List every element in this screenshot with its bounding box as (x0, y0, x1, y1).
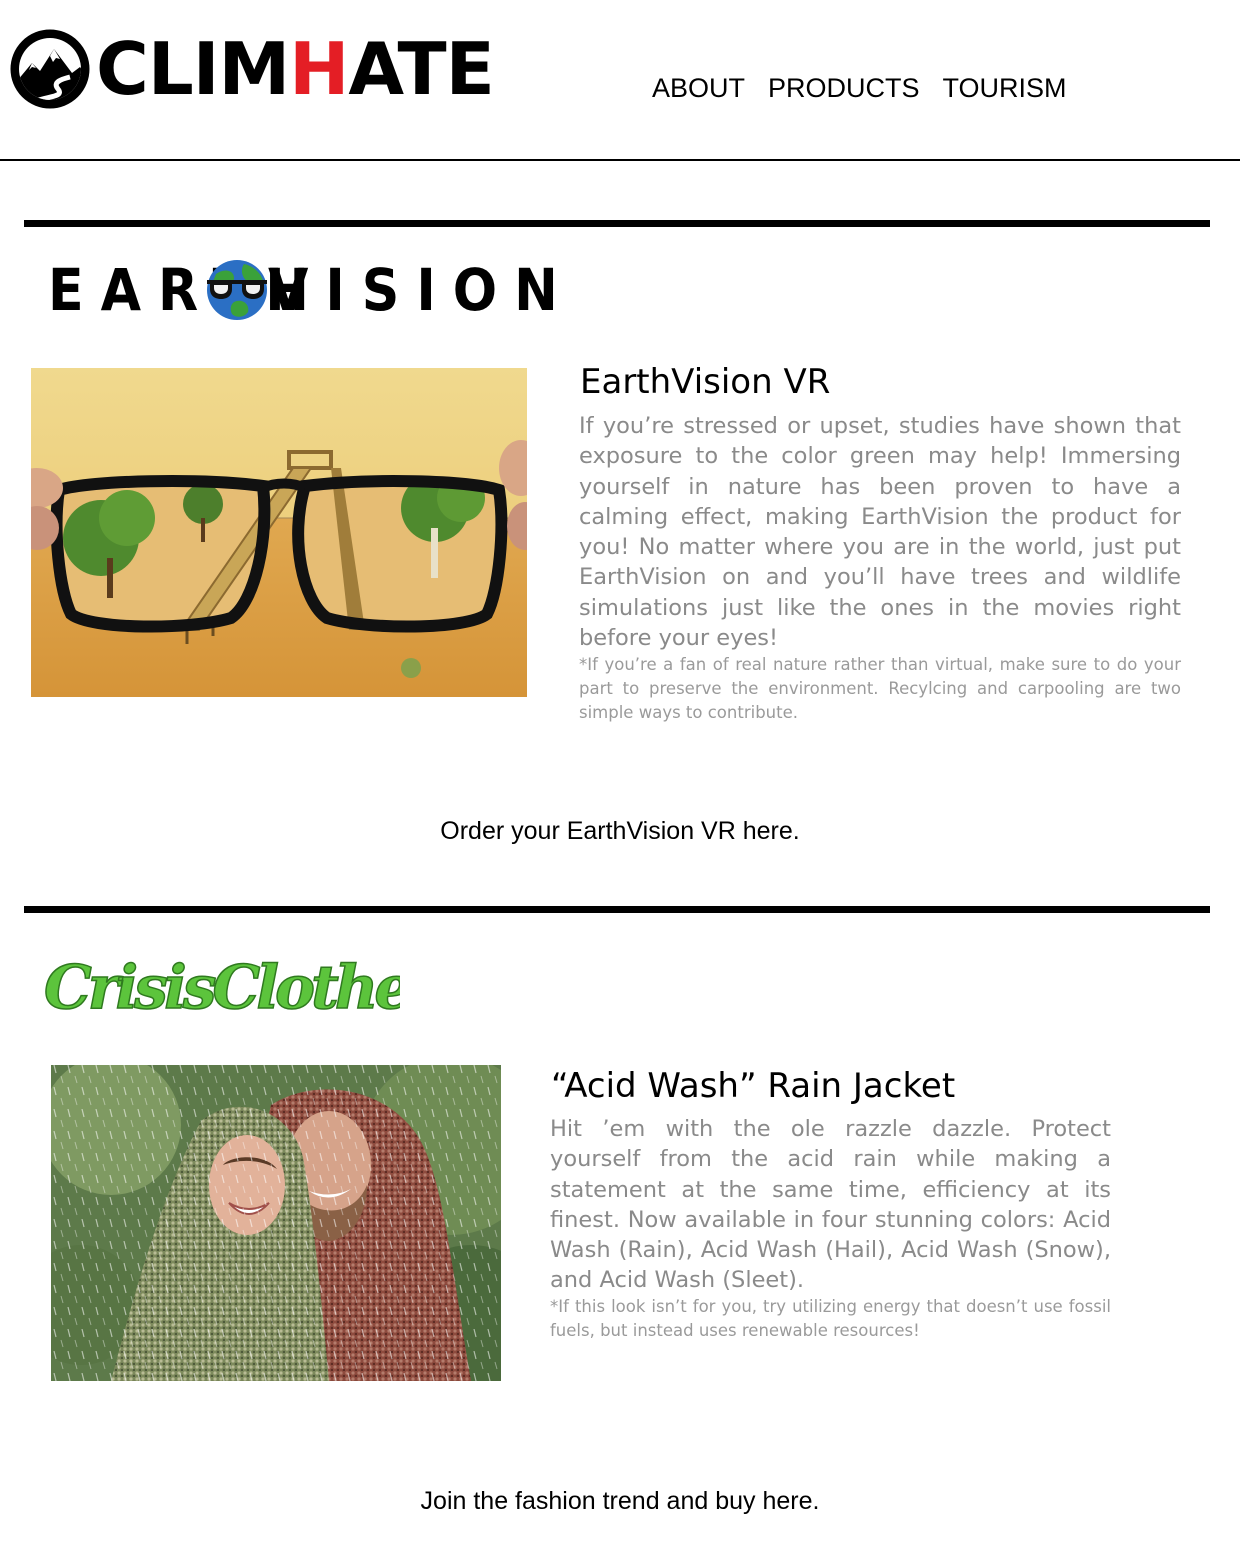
crisisclothes-description: Hit ’em with the ole razzle dazzle. Prot… (550, 1116, 1111, 1294)
earthvision-order-link[interactable]: Order your EarthVision VR here. (0, 816, 1240, 846)
crisisclothes-brand-logo: CrisisClothes (43, 952, 400, 1024)
crisisclothes-title: “Acid Wash” Rain Jacket (551, 1066, 956, 1106)
globe-sunglasses-icon (207, 260, 267, 320)
site-header: CLIMHATE ABOUT PRODUCTS TOURISM (0, 0, 1240, 161)
nav-tourism-link[interactable]: TOURISM (943, 72, 1067, 104)
mountain-road-logo-icon (10, 29, 90, 109)
earthvision-brand-logo: EARTH VISION (48, 258, 558, 322)
crisisclothes-buy-link[interactable]: Join the fashion trend and buy here. (0, 1486, 1240, 1516)
earthvision-description: If you’re stressed or upset, studies hav… (579, 413, 1181, 652)
earthvision-note: *If you’re a fan of real nature rather t… (579, 655, 1181, 722)
earthvision-title: EarthVision VR (580, 362, 831, 402)
crisisclothes-brand-text: CrisisClothes (44, 953, 400, 1023)
climhate-logo[interactable]: CLIMHATE (10, 27, 495, 111)
glasses-desert-illustration (31, 368, 527, 697)
rain-jacket-photo-illustration (51, 1065, 501, 1381)
section-divider (24, 906, 1210, 913)
logo-wordmark: CLIMHATE (96, 27, 495, 111)
main-nav: ABOUT PRODUCTS TOURISM (652, 72, 1067, 104)
crisisclothes-note: *If this look isn’t for you, try utilizi… (550, 1297, 1111, 1340)
logo-accent-letter: H (289, 27, 349, 111)
nav-products-link[interactable]: PRODUCTS (768, 72, 920, 104)
crisisclothes-product-image (51, 1065, 501, 1381)
earthvision-brand-right: VISION (268, 256, 575, 324)
nav-about-link[interactable]: ABOUT (652, 72, 745, 104)
section-divider (24, 220, 1210, 227)
earthvision-product-image (31, 368, 527, 697)
